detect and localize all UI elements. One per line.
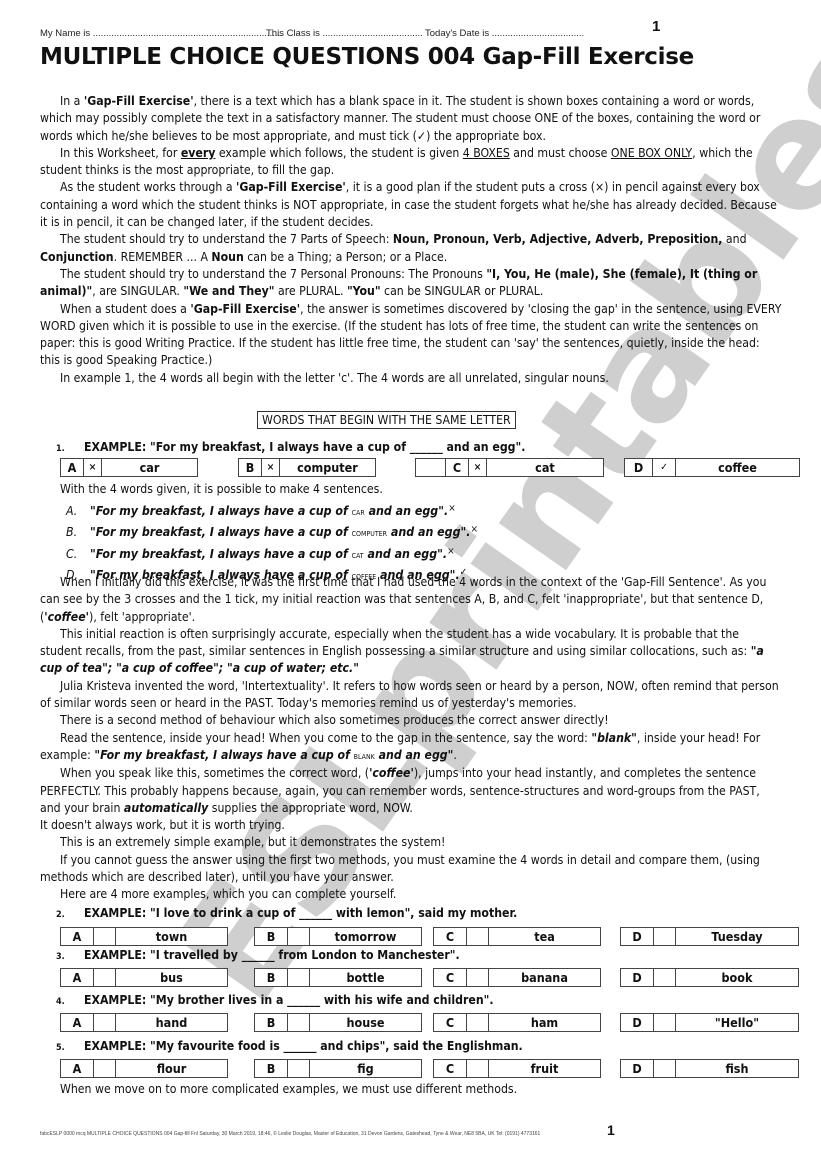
body-paragraph-5: Read the sentence, inside your head! Whe…	[40, 730, 761, 762]
section-heading: WORDS THAT BEGIN WITH THE SAME LETTER	[257, 411, 516, 429]
body-paragraph-8: This is an extremely simple example, but…	[60, 835, 446, 850]
answer-option-c[interactable]: C × cat	[415, 458, 604, 477]
example-question-2: 2. EXAMPLE: "I love to drink a cup of ___…	[56, 906, 518, 920]
answer-option-a[interactable]: Aflour	[60, 1059, 228, 1078]
answer-row-2: Atown Btomorrow Ctea D Tuesday	[60, 927, 800, 946]
sentence-b: B. "For my breakfast, I always have a cup…	[66, 524, 479, 540]
example-1-sentences: A. "For my breakfast, I always have a cup…	[66, 500, 478, 585]
body-paragraph-3: Julia Kristeva invented the word, 'Inter…	[40, 678, 779, 711]
answer-row-4: Ahand Bhouse Cham D "Hello"	[60, 1013, 800, 1032]
explanation-text: When I initially did this exercise, it w…	[40, 574, 782, 904]
answer-option-a[interactable]: Abus	[60, 968, 228, 987]
worksheet-page: ESLprintables.com My Name is ...........…	[0, 0, 821, 1161]
answer-row-5: Aflour Bfig Cfruit Dfish	[60, 1059, 800, 1078]
answer-checkbox[interactable]	[94, 928, 116, 945]
body-paragraph-4: There is a second method of behaviour wh…	[60, 713, 609, 728]
answer-option-c[interactable]: Cbanana	[433, 968, 601, 987]
answer-option-d[interactable]: Dbook	[620, 968, 799, 987]
date-field-label[interactable]: Today's Date is ........................…	[425, 28, 584, 39]
answer-option-c[interactable]: Cham	[433, 1013, 601, 1032]
intro-paragraph-1: In a 'Gap-Fill Exercise', there is a tex…	[40, 94, 761, 143]
cross-icon: ×	[447, 545, 455, 557]
cross-icon[interactable]: ×	[262, 459, 280, 476]
answer-checkbox[interactable]	[467, 1060, 489, 1077]
answer-checkbox[interactable]	[94, 1014, 116, 1031]
example-question-5: 5. EXAMPLE: "My favourite food is ______ …	[56, 1039, 523, 1053]
sentence-c: C. "For my breakfast, I always have a cup…	[66, 545, 455, 561]
answer-option-d[interactable]: D ✓ coffee	[624, 458, 800, 477]
cross-icon: ×	[470, 524, 479, 536]
example-question-3: 3. EXAMPLE: "I travelled by ______ from L…	[56, 948, 460, 962]
answer-checkbox[interactable]	[654, 969, 676, 986]
page-title: MULTIPLE CHOICE QUESTIONS 004 Gap-Fill E…	[40, 42, 694, 70]
answer-option-d[interactable]: Dfish	[620, 1059, 799, 1078]
body-paragraph-2: This initial reaction is often surprisin…	[40, 626, 764, 676]
page-number-top: 1	[652, 18, 661, 35]
answer-checkbox[interactable]	[654, 928, 676, 945]
example-question-1: 1. EXAMPLE: "For my breakfast, I always h…	[56, 440, 526, 454]
body-paragraph-10: Here are 4 more examples, which you can …	[60, 887, 397, 902]
name-field-label[interactable]: My Name is .............................…	[40, 28, 283, 39]
intro-paragraph-3: As the student works through a 'Gap-Fill…	[40, 180, 777, 230]
answer-option-c[interactable]: Cfruit	[433, 1059, 601, 1078]
answer-option-a[interactable]: Atown	[60, 927, 228, 946]
answer-option-d[interactable]: D "Hello"	[620, 1013, 799, 1032]
body-paragraph-7: It doesn't always work, but it is worth …	[40, 818, 285, 833]
answer-row-3: Abus Bbottle Cbanana Dbook	[60, 968, 800, 987]
answer-row-1: A × car B × computer C × cat D ✓ coffee	[60, 458, 800, 477]
intro-paragraph-7: In example 1, the 4 words all begin with…	[60, 370, 609, 385]
answer-checkbox[interactable]	[288, 928, 310, 945]
intro-paragraph-6: When a student does a 'Gap-Fill Exercise…	[40, 301, 782, 368]
cross-icon: ×	[448, 503, 456, 514]
answer-option-a[interactable]: Ahand	[60, 1013, 228, 1032]
example-question-4: 4. EXAMPLE: "My brother lives in a ______…	[56, 993, 494, 1007]
class-field-label[interactable]: This Class is ..........................…	[266, 28, 423, 39]
body-paragraph-1: When I initially did this exercise, it w…	[40, 575, 767, 624]
example-1-note: With the 4 words given, it is possible t…	[60, 482, 383, 496]
answer-option-d[interactable]: D Tuesday	[620, 927, 799, 946]
intro-paragraph-5: The student should try to understand the…	[40, 266, 758, 299]
sentence-a: A. "For my breakfast, I always have a cup…	[66, 503, 456, 518]
answer-option-c[interactable]: Ctea	[433, 927, 601, 946]
answer-checkbox[interactable]	[94, 969, 116, 986]
answer-checkbox[interactable]	[288, 1060, 310, 1077]
answer-option-b[interactable]: Bhouse	[254, 1013, 422, 1032]
intro-paragraph-2: In this Worksheet, for every example whi…	[40, 145, 753, 178]
answer-checkbox[interactable]	[467, 969, 489, 986]
footer-info: fabcESLP 0000 mcq MULTIPLE CHOICE QUESTI…	[40, 1131, 541, 1137]
intro-paragraph-4: The student should try to understand the…	[40, 232, 747, 264]
cross-icon[interactable]: ×	[84, 459, 102, 476]
cross-icon[interactable]: ×	[469, 459, 487, 476]
intro-text: In a 'Gap-Fill Exercise', there is a tex…	[40, 93, 782, 387]
page-number-bottom: 1	[607, 1122, 615, 1138]
answer-checkbox[interactable]	[654, 1060, 676, 1077]
answer-checkbox[interactable]	[467, 1014, 489, 1031]
answer-checkbox[interactable]	[288, 969, 310, 986]
body-paragraph-9: If you cannot guess the answer using the…	[40, 852, 760, 885]
body-paragraph-6: When you speak like this, sometimes the …	[40, 766, 760, 815]
answer-checkbox[interactable]	[654, 1014, 676, 1031]
answer-checkbox[interactable]	[288, 1014, 310, 1031]
answer-option-a[interactable]: A × car	[60, 458, 198, 477]
tick-icon[interactable]: ✓	[653, 459, 676, 476]
closing-text: When we move on to more complicated exam…	[60, 1082, 518, 1096]
answer-checkbox[interactable]	[94, 1060, 116, 1077]
answer-option-b[interactable]: Btomorrow	[254, 927, 422, 946]
answer-option-b[interactable]: B × computer	[238, 458, 376, 477]
answer-option-b[interactable]: Bbottle	[254, 968, 422, 987]
answer-option-b[interactable]: Bfig	[254, 1059, 422, 1078]
answer-checkbox[interactable]	[467, 928, 489, 945]
